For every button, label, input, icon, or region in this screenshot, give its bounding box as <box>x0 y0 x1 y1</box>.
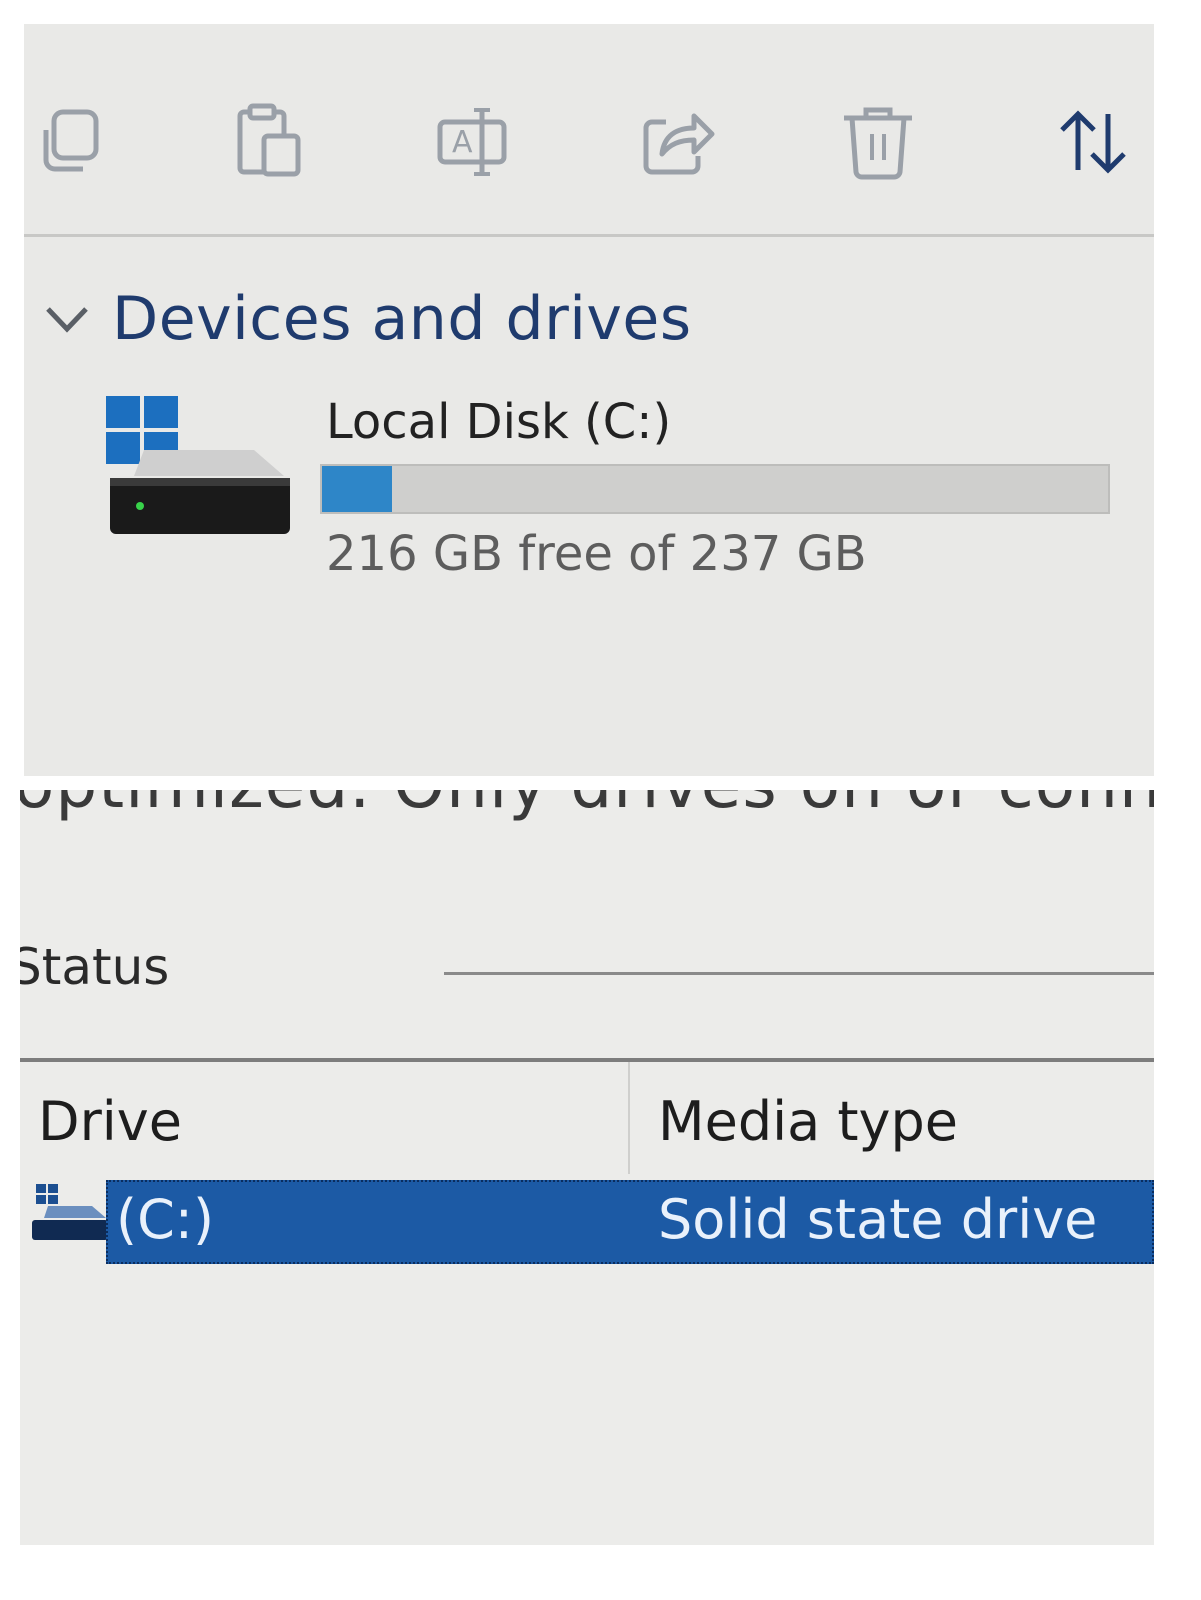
description-text-clipped: optimized. Only drives on or connected t… <box>20 790 1154 823</box>
toolbar-divider <box>24 234 1154 237</box>
devices-section-header[interactable]: Devices and drives <box>44 279 692 359</box>
delete-icon[interactable] <box>838 102 918 182</box>
file-explorer-panel: A Devices and drives Local Disk (C:) 216… <box>24 24 1154 776</box>
share-icon[interactable] <box>636 102 716 182</box>
status-group-line <box>444 972 1154 975</box>
drive-tile-local-disk[interactable]: Local Disk (C:) 216 GB free of 237 GB <box>104 394 1124 594</box>
chevron-down-icon[interactable] <box>44 299 90 339</box>
storage-usage-bar <box>320 464 1110 514</box>
drive-free-space: 216 GB free of 237 GB <box>326 526 867 582</box>
command-bar: A <box>24 24 1154 234</box>
copy-icon[interactable] <box>32 102 112 182</box>
sort-icon[interactable] <box>1054 102 1134 182</box>
column-header-media-type[interactable]: Media type <box>658 1090 958 1153</box>
column-header-drive[interactable]: Drive <box>38 1090 182 1153</box>
media-type-cell: Solid state drive <box>658 1188 1098 1251</box>
drive-row-icon <box>28 1182 110 1244</box>
paste-icon[interactable] <box>232 102 312 182</box>
windows-drive-icon <box>104 394 304 544</box>
optimize-drives-panel: optimized. Only drives on or connected t… <box>20 790 1154 1545</box>
section-title: Devices and drives <box>112 284 692 354</box>
svg-text:A: A <box>452 125 473 160</box>
status-group-label: Status <box>20 938 170 996</box>
drive-list-top-border <box>20 1058 1154 1062</box>
drive-name: Local Disk (C:) <box>326 394 672 450</box>
storage-usage-fill <box>322 466 392 512</box>
drive-cell: (C:) <box>116 1188 215 1251</box>
rename-icon[interactable]: A <box>434 102 514 182</box>
drive-row-selected[interactable]: (C:) Solid state drive <box>106 1180 1154 1264</box>
column-separator[interactable] <box>628 1062 630 1174</box>
